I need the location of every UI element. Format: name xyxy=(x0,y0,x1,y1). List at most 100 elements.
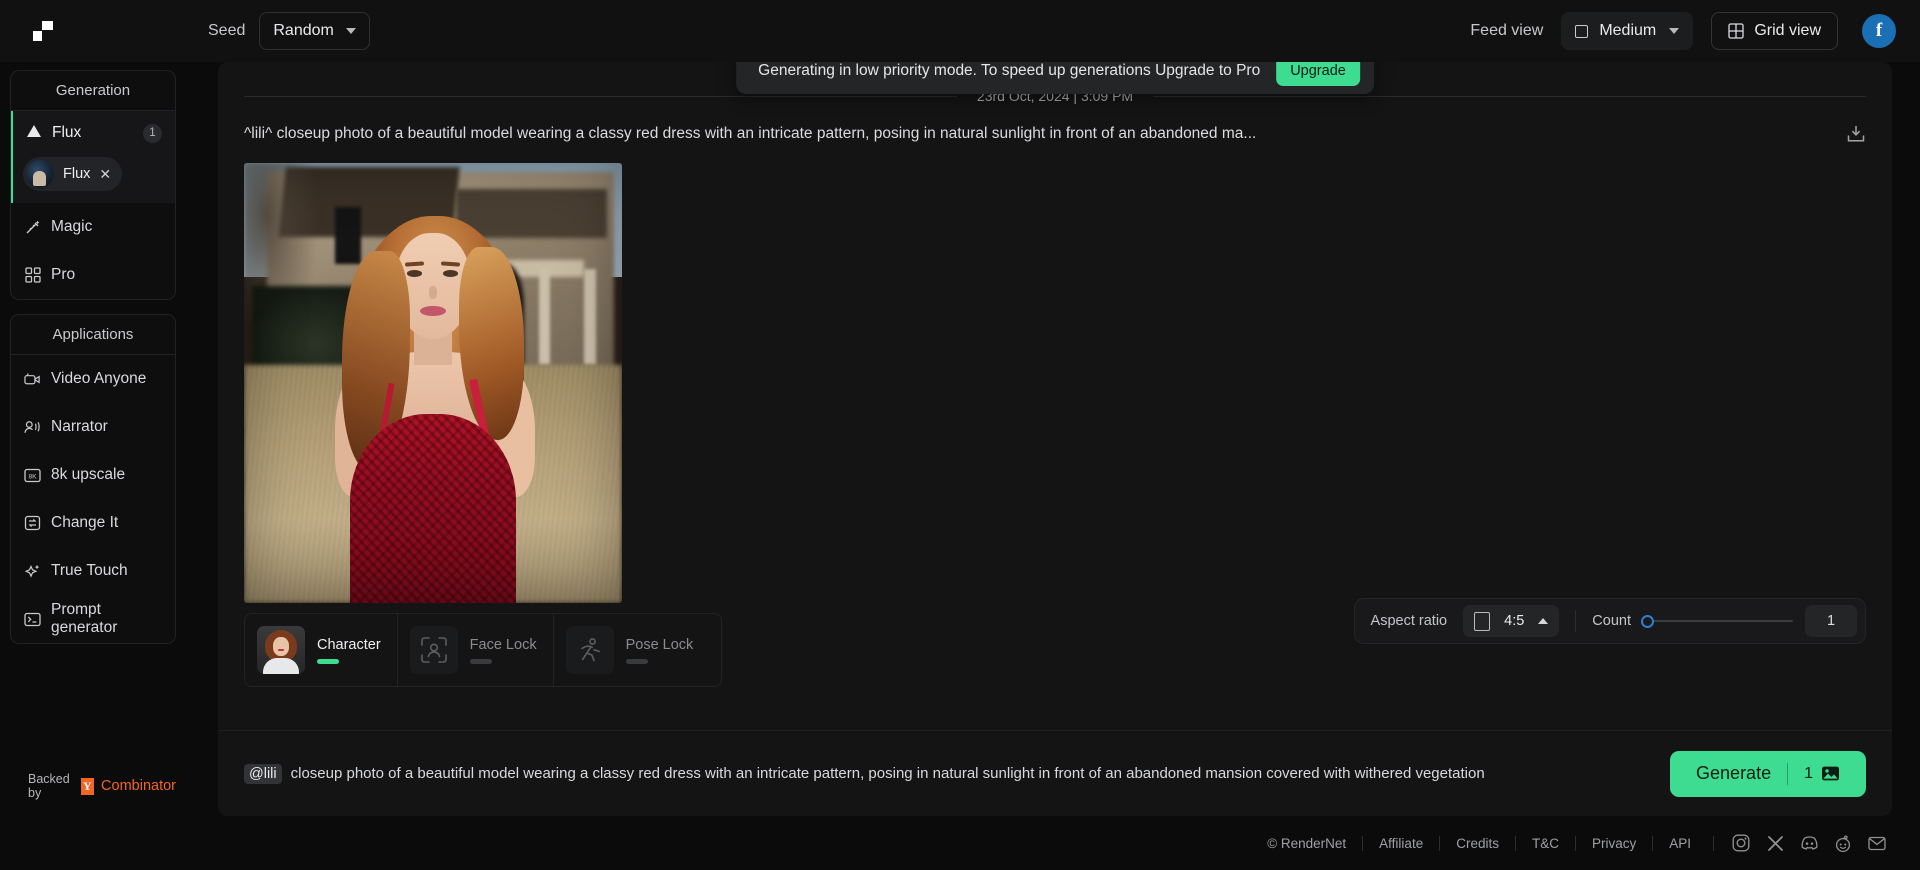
discord-icon[interactable] xyxy=(1792,826,1826,860)
lock-status-bar xyxy=(317,658,339,664)
sidebar-item-narrator[interactable]: Narrator xyxy=(11,403,175,451)
top-bar: Seed Random Feed view Medium Grid view f xyxy=(0,0,1920,62)
count-slider[interactable] xyxy=(1641,612,1793,630)
character-lock-card[interactable]: Character xyxy=(245,614,397,686)
generate-count-wrap: 1 xyxy=(1804,765,1840,783)
generate-divider xyxy=(1787,762,1789,785)
x-icon[interactable] xyxy=(1758,826,1792,860)
lock-controls: Character Face Lock Pose Lock xyxy=(244,613,722,687)
sidebar-item-label: Magic xyxy=(51,218,93,235)
aspect-ratio-label: Aspect ratio xyxy=(1370,613,1448,629)
applications-panel: Applications Video Anyone Narrator 8K 8k… xyxy=(10,314,176,644)
aspect-ratio-select[interactable]: 4:5 xyxy=(1463,605,1560,637)
image-size-select[interactable]: Medium xyxy=(1561,12,1694,50)
narrator-voice-icon xyxy=(24,419,41,436)
sidebar-item-change-it[interactable]: Change It xyxy=(11,499,175,547)
terminal-icon xyxy=(24,611,41,628)
seed-value: Random xyxy=(273,22,334,39)
chevron-up-icon xyxy=(1538,618,1549,624)
app-root: Seed Random Feed view Medium Grid view f… xyxy=(0,0,1920,870)
sidebar-item-true-touch[interactable]: True Touch xyxy=(11,547,175,595)
sidebar-item-video-anyone[interactable]: Video Anyone xyxy=(11,355,175,403)
sidebar-item-prompt-generator[interactable]: Prompt generator xyxy=(11,595,175,643)
pose-lock-card[interactable]: Pose Lock xyxy=(552,614,710,686)
avatar-initial: f xyxy=(1875,20,1883,41)
generation-settings-bar: Aspect ratio 4:5 Count 1 xyxy=(1353,598,1866,644)
seed-label: Seed xyxy=(208,22,246,39)
mail-icon[interactable] xyxy=(1860,826,1894,860)
grid-view-label: Grid view xyxy=(1754,22,1821,39)
footer-link-rendernet[interactable]: © RenderNet xyxy=(1251,836,1362,851)
generation-panel: Generation Flux 1 Flux ✕ Magic Pro xyxy=(10,70,176,300)
close-icon[interactable]: ✕ xyxy=(99,167,111,181)
grid-view-button[interactable]: Grid view xyxy=(1711,12,1838,50)
prompt-mention-tag[interactable]: @lili xyxy=(244,763,282,784)
sidebar-item-magic[interactable]: Magic xyxy=(11,203,175,251)
face-lock-icon xyxy=(409,626,458,674)
footer-link-affiliate[interactable]: Affiliate xyxy=(1363,836,1439,851)
pose-lock-texts: Pose Lock xyxy=(625,636,694,664)
svg-text:8K: 8K xyxy=(28,473,37,480)
yc-logo-icon: Y xyxy=(80,777,95,795)
video-camera-icon xyxy=(24,371,41,388)
seed-select[interactable]: Random xyxy=(259,12,370,50)
footer-link-credits[interactable]: Credits xyxy=(1440,836,1515,851)
sidebar-item-flux[interactable]: Flux 1 Flux ✕ xyxy=(11,111,175,203)
count-value[interactable]: 1 xyxy=(1805,605,1857,637)
prompt-bar: @lili closeup photo of a beautiful model… xyxy=(218,730,1892,816)
chip-label: Flux xyxy=(63,166,91,182)
footer-divider xyxy=(1713,835,1714,851)
instagram-icon[interactable] xyxy=(1724,826,1758,860)
image-scene xyxy=(244,163,622,603)
generate-button[interactable]: Generate 1 xyxy=(1670,750,1866,797)
face-lock-card[interactable]: Face Lock xyxy=(396,614,553,686)
image-size-value: Medium xyxy=(1599,22,1657,39)
square-icon xyxy=(1575,24,1589,38)
generate-label: Generate xyxy=(1696,763,1772,783)
footer-link-privacy[interactable]: Privacy xyxy=(1576,836,1652,851)
download-icon[interactable] xyxy=(1846,124,1866,149)
backed-by-label: Backed by xyxy=(28,772,70,800)
yc-name: Combinator xyxy=(101,778,176,794)
aspect-ratio-value: 4:5 xyxy=(1504,613,1525,629)
applications-panel-title: Applications xyxy=(11,315,175,355)
footer-link-tc[interactable]: T&C xyxy=(1516,836,1575,851)
generate-count: 1 xyxy=(1804,764,1813,782)
magic-wand-icon xyxy=(24,219,41,236)
sidebar: Generation Flux 1 Flux ✕ Magic Pro Appli… xyxy=(0,62,186,816)
prompt-input-text: closeup photo of a beautiful model weari… xyxy=(290,765,1485,782)
swap-arrows-icon xyxy=(24,515,41,532)
sidebar-item-label: Narrator xyxy=(51,418,108,435)
banner-message: Generating in low priority mode. To spee… xyxy=(758,62,1261,79)
sidebar-item-label: Video Anyone xyxy=(51,370,147,387)
generated-image[interactable] xyxy=(244,163,622,603)
user-avatar[interactable]: f xyxy=(1862,14,1896,48)
slider-knob[interactable] xyxy=(1641,614,1654,628)
sidebar-item-pro[interactable]: Pro xyxy=(11,251,175,299)
character-thumbnail xyxy=(257,626,305,674)
prompt-input[interactable]: @lili closeup photo of a beautiful model… xyxy=(244,763,1652,784)
eight-k-icon: 8K xyxy=(24,467,41,484)
lock-label: Face Lock xyxy=(469,636,537,653)
lock-label: Pose Lock xyxy=(625,636,694,653)
sidebar-item-label: Change It xyxy=(51,514,119,531)
pose-lock-icon xyxy=(565,626,614,674)
image-icon xyxy=(1822,766,1839,781)
sidebar-item-label: Prompt generator xyxy=(51,601,118,636)
sidebar-item-8k-upscale[interactable]: 8K 8k upscale xyxy=(11,451,175,499)
sidebar-item-label: 8k upscale xyxy=(51,466,126,483)
count-control: Count 1 xyxy=(1592,605,1857,637)
flux-row[interactable]: Flux 1 xyxy=(13,111,175,155)
reddit-icon[interactable] xyxy=(1826,826,1860,860)
flux-model-chip[interactable]: Flux ✕ xyxy=(23,157,123,191)
flux-label: Flux xyxy=(52,124,82,141)
divider-line-left xyxy=(244,95,957,97)
sidebar-item-label: True Touch xyxy=(51,562,128,579)
slider-track xyxy=(1641,620,1793,622)
rendernet-logo-icon[interactable] xyxy=(28,16,58,46)
body: Generation Flux 1 Flux ✕ Magic Pro Appli… xyxy=(0,48,1920,816)
generation-panel-title: Generation xyxy=(11,71,175,111)
footer-link-api[interactable]: API xyxy=(1653,836,1707,851)
face-lock-texts: Face Lock xyxy=(469,636,537,664)
character-lock-texts: Character xyxy=(317,637,381,664)
